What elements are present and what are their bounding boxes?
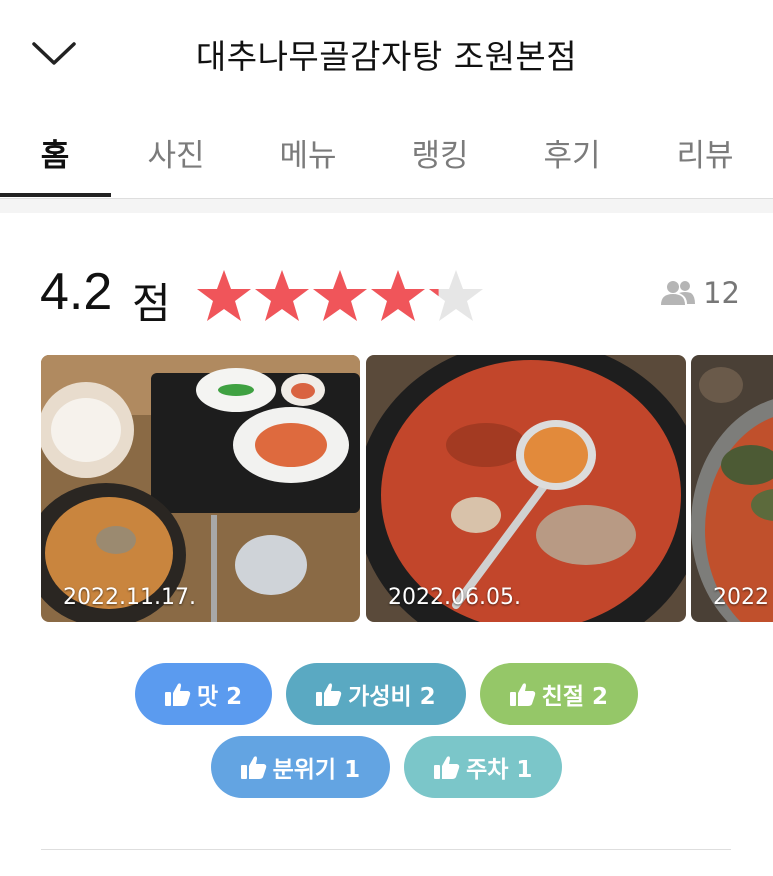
photo-card[interactable]: 2022.06.05. [366,355,686,622]
tab-reviews-short[interactable]: 후기 [517,130,627,175]
star-icon [197,270,251,321]
reviewer-count-value: 12 [703,276,740,310]
tab-menu[interactable]: 메뉴 [253,130,363,175]
tag-label: 주차 1 [466,757,533,783]
header: 대추나무골감자탕 조원본점 [0,0,773,110]
photo-date: 2022.06.05. [388,585,521,610]
photo-date: 2022.11.17. [63,585,196,610]
tag-atmosphere[interactable]: 분위기 1 [210,736,391,798]
rating-summary: 4.2 점 12 [40,262,740,332]
page-title: 대추나무골감자탕 조원본점 [195,37,578,76]
food-photo-1 [41,355,360,622]
tab-photos[interactable]: 사진 [121,130,231,175]
tag-value[interactable]: 가성비 2 [286,663,466,725]
tab-reviews[interactable]: 리뷰 [650,130,760,175]
food-photo-3 [691,355,773,622]
section-gap [0,199,773,213]
tag-taste[interactable]: 맛 2 [134,663,273,725]
thumbs-up-icon [316,683,342,706]
tag-label: 맛 2 [196,684,243,710]
section-divider [41,849,731,850]
thumbs-up-icon [240,756,266,779]
photo-carousel[interactable]: 2022.11.17. 2022.06.05. 2022 [41,355,773,622]
reviewer-count: 12 [661,276,740,310]
tab-ranking[interactable]: 랭킹 [385,130,495,175]
photo-card[interactable]: 2022.11.17. [41,355,360,622]
star-icon [429,270,483,321]
star-icon [255,270,309,321]
people-icon [661,281,696,305]
tag-label: 가성비 2 [348,684,436,710]
tag-label: 친절 2 [541,684,608,710]
thumbs-up-icon [434,756,460,779]
star-icon [371,270,425,321]
tag-parking[interactable]: 주차 1 [404,736,563,798]
rating-score: 4.2 [40,263,113,321]
star-icon [313,270,367,321]
tag-label: 분위기 1 [272,757,361,783]
photo-card[interactable]: 2022 [691,355,773,622]
thumbs-up-icon [509,683,535,706]
thumbs-up-icon [164,683,191,706]
tag-kindness[interactable]: 친절 2 [479,663,638,725]
tab-home[interactable]: 홈 [0,130,110,175]
rating-unit: 점 [132,279,171,328]
food-photo-2 [366,355,686,622]
photo-date: 2022 [713,585,769,610]
active-tab-indicator [0,193,111,197]
tab-bar: 홈 사진 메뉴 랭킹 후기 리뷰 [0,110,773,199]
